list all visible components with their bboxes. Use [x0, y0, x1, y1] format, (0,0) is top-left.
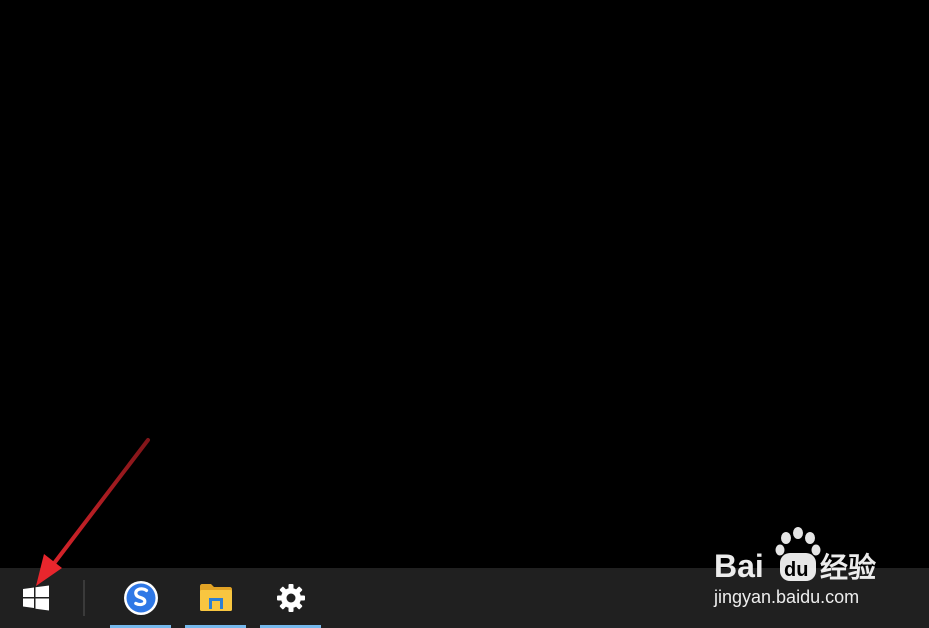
- taskbar: [0, 568, 929, 628]
- taskbar-app-settings[interactable]: [260, 568, 321, 628]
- file-explorer-icon: [199, 584, 232, 611]
- taskbar-divider: [83, 580, 85, 616]
- settings-gear-icon: [276, 584, 305, 612]
- windows-logo-icon: [23, 585, 49, 611]
- taskbar-app-file-explorer[interactable]: [185, 568, 246, 628]
- screen: Bai du 经验 jingyan.baidu.com: [0, 0, 929, 628]
- sogou-browser-icon: [123, 581, 158, 615]
- start-button[interactable]: [0, 568, 72, 628]
- desktop-background[interactable]: [0, 0, 929, 568]
- taskbar-app-sogou-browser[interactable]: [110, 568, 171, 628]
